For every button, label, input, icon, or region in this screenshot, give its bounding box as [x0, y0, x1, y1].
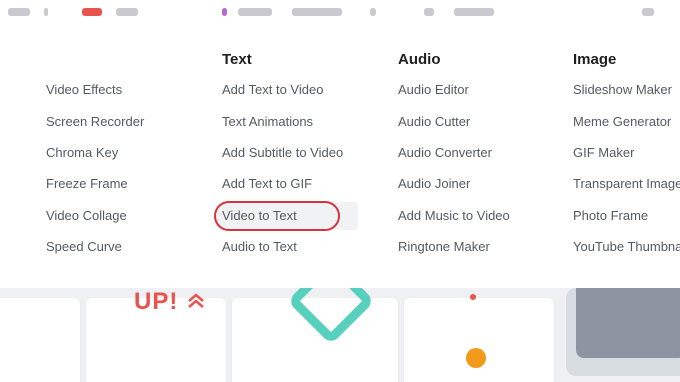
- top-nav-strip: [0, 0, 680, 20]
- menu-item-audio-cutter[interactable]: Audio Cutter: [398, 114, 470, 129]
- double-chevron-up-icon: [188, 293, 204, 308]
- nav-fragment: [370, 8, 376, 16]
- red-dot-graphic: [470, 294, 476, 300]
- nav-badge: [82, 8, 102, 16]
- nav-fragment: [454, 8, 494, 16]
- device-mockup: [566, 288, 680, 376]
- nav-fragment: [424, 8, 434, 16]
- menu-item-screen-recorder[interactable]: Screen Recorder: [46, 114, 144, 129]
- menu-item-label: Video to Text: [222, 208, 297, 223]
- menu-item-video-effects[interactable]: Video Effects: [46, 82, 122, 97]
- nav-fragment: [292, 8, 342, 16]
- menu-item-speed-curve[interactable]: Speed Curve: [46, 239, 122, 254]
- nav-fragment: [44, 8, 48, 16]
- menu-item-youtube-thumbnail[interactable]: YouTube Thumbnail: [573, 239, 680, 254]
- menu-item-audio-to-text[interactable]: Audio to Text: [222, 239, 297, 254]
- sparkle-icon: [222, 8, 227, 16]
- menu-item-audio-converter[interactable]: Audio Converter: [398, 145, 492, 160]
- menu-item-meme-generator[interactable]: Meme Generator: [573, 114, 671, 129]
- hero-card: [404, 298, 554, 382]
- menu-item-audio-editor[interactable]: Audio Editor: [398, 82, 469, 97]
- menu-item-video-to-text[interactable]: Video to Text: [214, 201, 358, 231]
- menu-item-ringtone-maker[interactable]: Ringtone Maker: [398, 239, 490, 254]
- column-title-image: Image: [573, 51, 617, 68]
- hero-card: [0, 298, 80, 382]
- device-screen: [576, 288, 680, 358]
- column-title-text: Text: [222, 51, 252, 68]
- menu-item-add-text-to-video[interactable]: Add Text to Video: [222, 82, 323, 97]
- menu-item-audio-joiner[interactable]: Audio Joiner: [398, 176, 470, 191]
- up-sticker: UP!: [134, 288, 179, 315]
- menu-item-add-subtitle-to-video[interactable]: Add Subtitle to Video: [222, 145, 343, 160]
- menu-item-slideshow-maker[interactable]: Slideshow Maker: [573, 82, 672, 97]
- menu-item-photo-frame[interactable]: Photo Frame: [573, 208, 648, 223]
- nav-fragment: [238, 8, 272, 16]
- orange-dot-graphic: [466, 348, 486, 368]
- menu-item-text-animations[interactable]: Text Animations: [222, 114, 313, 129]
- hero-background: UP!: [0, 288, 680, 382]
- menu-item-gif-maker[interactable]: GIF Maker: [573, 145, 634, 160]
- menu-item-transparent-image[interactable]: Transparent Image: [573, 176, 680, 191]
- menu-item-add-music-to-video[interactable]: Add Music to Video: [398, 208, 510, 223]
- column-title-audio: Audio: [398, 51, 441, 68]
- nav-fragment: [642, 8, 654, 16]
- nav-fragment: [8, 8, 30, 16]
- tools-dropdown-menu: Video Effects Screen Recorder Chroma Key…: [0, 20, 680, 288]
- menu-item-chroma-key[interactable]: Chroma Key: [46, 145, 118, 160]
- nav-fragment: [116, 8, 138, 16]
- menu-item-freeze-frame[interactable]: Freeze Frame: [46, 176, 128, 191]
- menu-item-video-collage[interactable]: Video Collage: [46, 208, 127, 223]
- menu-item-add-text-to-gif[interactable]: Add Text to GIF: [222, 176, 312, 191]
